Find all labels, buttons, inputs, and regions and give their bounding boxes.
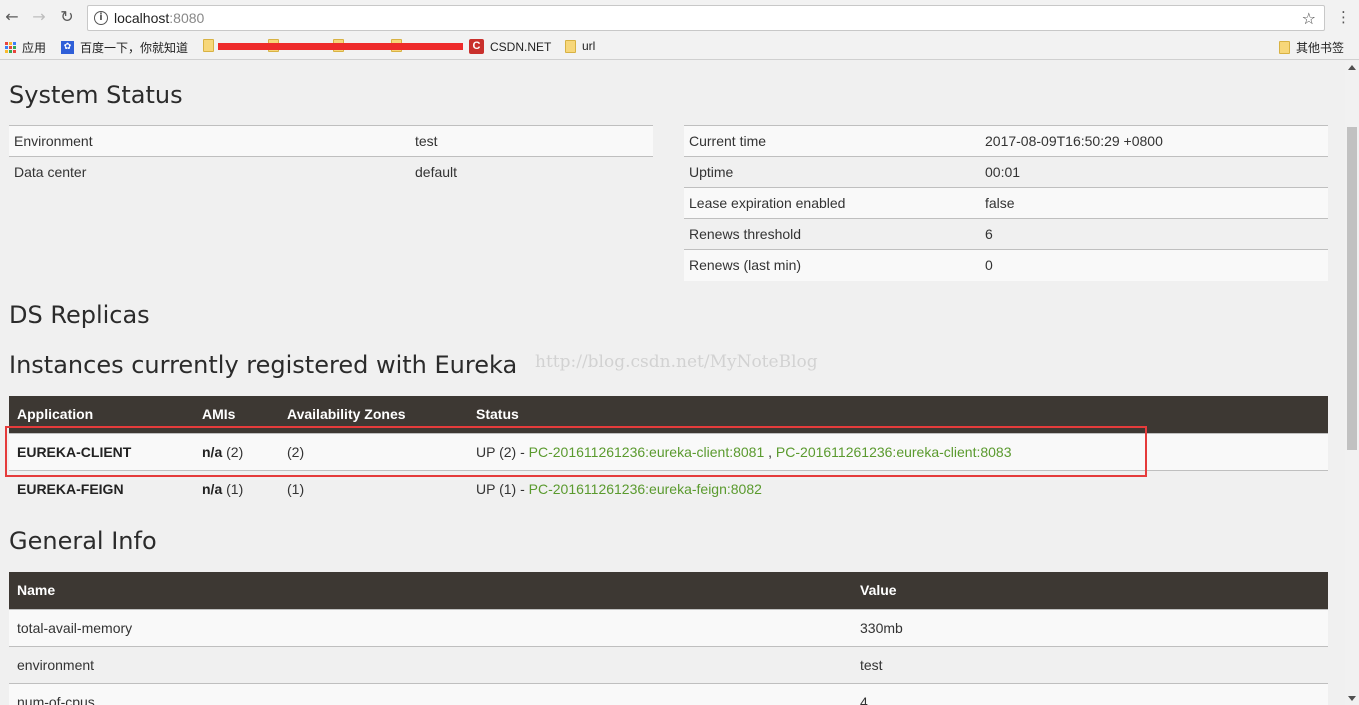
info-name: num-of-cpus (9, 682, 852, 705)
bookmark-csdn[interactable]: C CSDN.NET (469, 39, 551, 54)
status-key: Current time (684, 125, 980, 157)
status-label: UP (476, 480, 496, 497)
column-header: Name (9, 572, 852, 609)
status-key: Lease expiration enabled (684, 187, 980, 219)
column-header: Value (852, 572, 1328, 609)
table-row: num-of-cpus 4 (9, 682, 1328, 705)
scrollbar-thumb[interactable] (1347, 127, 1357, 450)
status-value: 0 (980, 249, 1328, 281)
bookmark-label: 其他书签 (1296, 41, 1345, 55)
system-status-right-table: Current time 2017-08-09T16:50:29 +0800 U… (684, 125, 1328, 281)
folder-icon (203, 39, 214, 52)
apps-grid-icon (5, 42, 16, 53)
system-status-left-table: Environment test Data center default (9, 125, 653, 188)
info-value: 330mb (852, 608, 1328, 646)
bookmarks-bar: 应用 ✿ 百度一下，你就知道 C CSDN.NET url 其他书签 (0, 35, 1359, 60)
csdn-icon: C (469, 39, 484, 54)
status-value: 2017-08-09T16:50:29 +0800 (980, 125, 1328, 157)
bookmark-label: 百度一下，你就知道 (80, 41, 189, 55)
bookmark-url[interactable]: url (565, 39, 595, 53)
table-header-row: Name Value (9, 572, 1328, 609)
folder-icon (565, 39, 576, 53)
status-value: default (410, 156, 653, 188)
table-row: Uptime 00:01 (684, 156, 1328, 188)
status-value: 6 (980, 218, 1328, 250)
table-row: Renews threshold 6 (684, 218, 1328, 250)
general-info-title: General Info (9, 527, 157, 555)
folder-icon (1279, 41, 1290, 54)
bookmark-baidu[interactable]: ✿ 百度一下，你就知道 (61, 39, 188, 56)
bookmark-apps[interactable]: 应用 (5, 39, 46, 56)
browser-toolbar: ← → ↻ i localhost:8080 ☆ ⋮ (0, 0, 1359, 35)
table-row: Data center default (9, 156, 653, 188)
info-icon[interactable]: i (94, 11, 108, 25)
status-key: Renews threshold (684, 218, 980, 250)
baidu-paw-icon: ✿ (61, 41, 74, 54)
status-key: Environment (9, 125, 410, 157)
scroll-up-arrow-icon[interactable] (1348, 65, 1356, 70)
amis-count: (1) (222, 480, 244, 497)
url-text[interactable]: localhost:8080 (114, 10, 204, 26)
reload-icon[interactable]: ↻ (58, 8, 76, 26)
url-host: localhost (114, 10, 170, 26)
redaction-mark (218, 43, 463, 50)
amis-label: n/a (202, 480, 223, 497)
watermark-text: http://blog.csdn.net/MyNoteBlog (535, 352, 818, 372)
status-key: Uptime (684, 156, 980, 188)
table-row: environment test (9, 645, 1328, 683)
browser-menu-icon[interactable]: ⋮ (1336, 9, 1351, 25)
highlight-box (5, 426, 1147, 477)
address-bar[interactable]: i localhost:8080 ☆ (87, 5, 1325, 31)
info-value: 4 (852, 682, 1328, 705)
instance-link[interactable]: PC-201611261236:eureka-feign:8082 (529, 481, 762, 497)
table-row: Current time 2017-08-09T16:50:29 +0800 (684, 125, 1328, 157)
bookmark-other[interactable]: 其他书签 (1279, 39, 1344, 56)
url-port: :8080 (169, 10, 205, 26)
scroll-down-arrow-icon[interactable] (1348, 696, 1356, 701)
bookmark-label: CSDN.NET (490, 39, 552, 54)
status-value: 00:01 (980, 156, 1328, 188)
status-value: test (410, 125, 653, 157)
bookmark-star-icon[interactable]: ☆ (1302, 9, 1316, 28)
info-name: total-avail-memory (9, 608, 852, 646)
status-count: (1) - (495, 480, 529, 497)
info-name: environment (9, 645, 852, 683)
status-value: false (980, 187, 1328, 219)
table-row: total-avail-memory 330mb (9, 608, 1328, 646)
bookmark-label: url (582, 39, 596, 53)
forward-arrow-icon[interactable]: → (30, 8, 48, 26)
table-row: Lease expiration enabled false (684, 187, 1328, 219)
status-key: Renews (last min) (684, 249, 980, 281)
table-row: Renews (last min) 0 (684, 249, 1328, 281)
back-arrow-icon[interactable]: ← (3, 8, 21, 26)
status-key: Data center (9, 156, 410, 188)
bookmark-label: 应用 (22, 41, 47, 55)
general-info-table: Name Value total-avail-memory 330mb envi… (9, 572, 1328, 705)
table-row: Environment test (9, 125, 653, 157)
vertical-scrollbar[interactable] (1345, 61, 1359, 705)
ds-replicas-title: DS Replicas (9, 301, 150, 329)
info-value: test (852, 645, 1328, 683)
page-content: System Status Environment test Data cent… (0, 61, 1345, 705)
instances-title: Instances currently registered with Eure… (9, 351, 518, 379)
system-status-title: System Status (9, 81, 183, 109)
